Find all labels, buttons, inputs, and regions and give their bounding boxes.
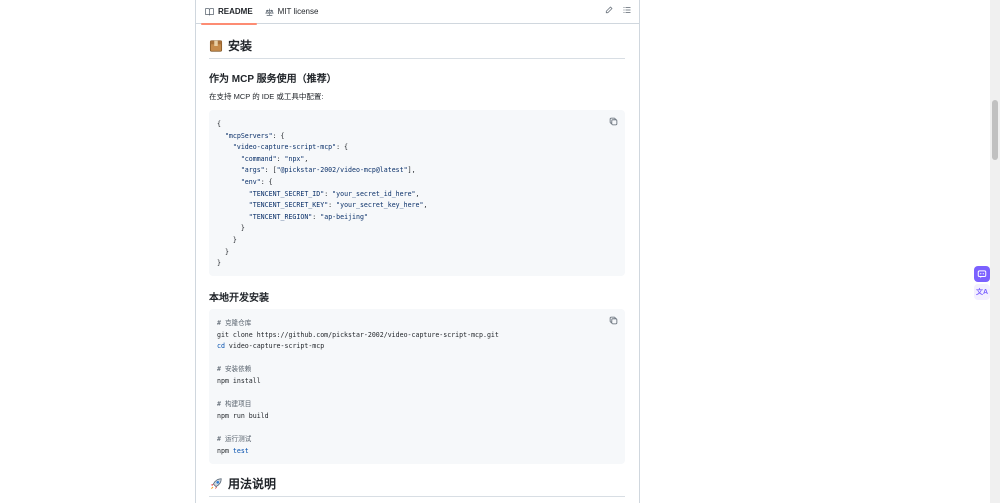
side-widget: 文A <box>974 266 990 300</box>
list-icon[interactable] <box>623 6 631 14</box>
mcp-config-code: { "mcpServers": { "video-capture-script-… <box>209 110 625 276</box>
translate-label: 文A <box>975 289 989 296</box>
page-scrollbar[interactable] <box>990 0 1000 503</box>
translate-button[interactable]: 文A <box>974 284 990 300</box>
install-heading-text: 安装 <box>228 39 253 53</box>
assistant-button[interactable] <box>974 266 990 282</box>
readme-tabbar: README MIT license <box>196 0 639 25</box>
tab-readme-label: README <box>218 7 253 16</box>
usage-heading-text: 用法说明 <box>228 477 277 491</box>
local-install-code: # 克隆仓库 git clone https://github.com/pick… <box>209 309 625 464</box>
local-install-heading: 本地开发安装 <box>209 293 269 304</box>
package-icon <box>209 39 223 53</box>
assistant-icon <box>977 270 987 279</box>
mcp-subheading: 作为 MCP 服务使用（推荐） <box>209 74 337 85</box>
tab-license[interactable]: MIT license <box>261 0 323 24</box>
tab-license-label: MIT license <box>277 7 319 16</box>
pencil-icon[interactable] <box>605 6 613 14</box>
install-heading: 安装 <box>209 37 625 59</box>
rocket-icon <box>209 477 223 491</box>
scale-icon <box>264 8 274 16</box>
mcp-description: 在支持 MCP 的 IDE 或工具中配置: <box>209 92 324 101</box>
tab-readme[interactable]: README <box>201 0 257 25</box>
usage-heading: 用法说明 <box>209 475 625 497</box>
book-icon <box>205 7 214 15</box>
readme-panel: README MIT license 安装 作为 MCP 服务使用（推荐） 在支… <box>195 0 640 503</box>
copy-icon[interactable] <box>609 117 618 131</box>
copy-icon[interactable] <box>609 316 618 330</box>
scrollbar-thumb[interactable] <box>992 100 998 160</box>
